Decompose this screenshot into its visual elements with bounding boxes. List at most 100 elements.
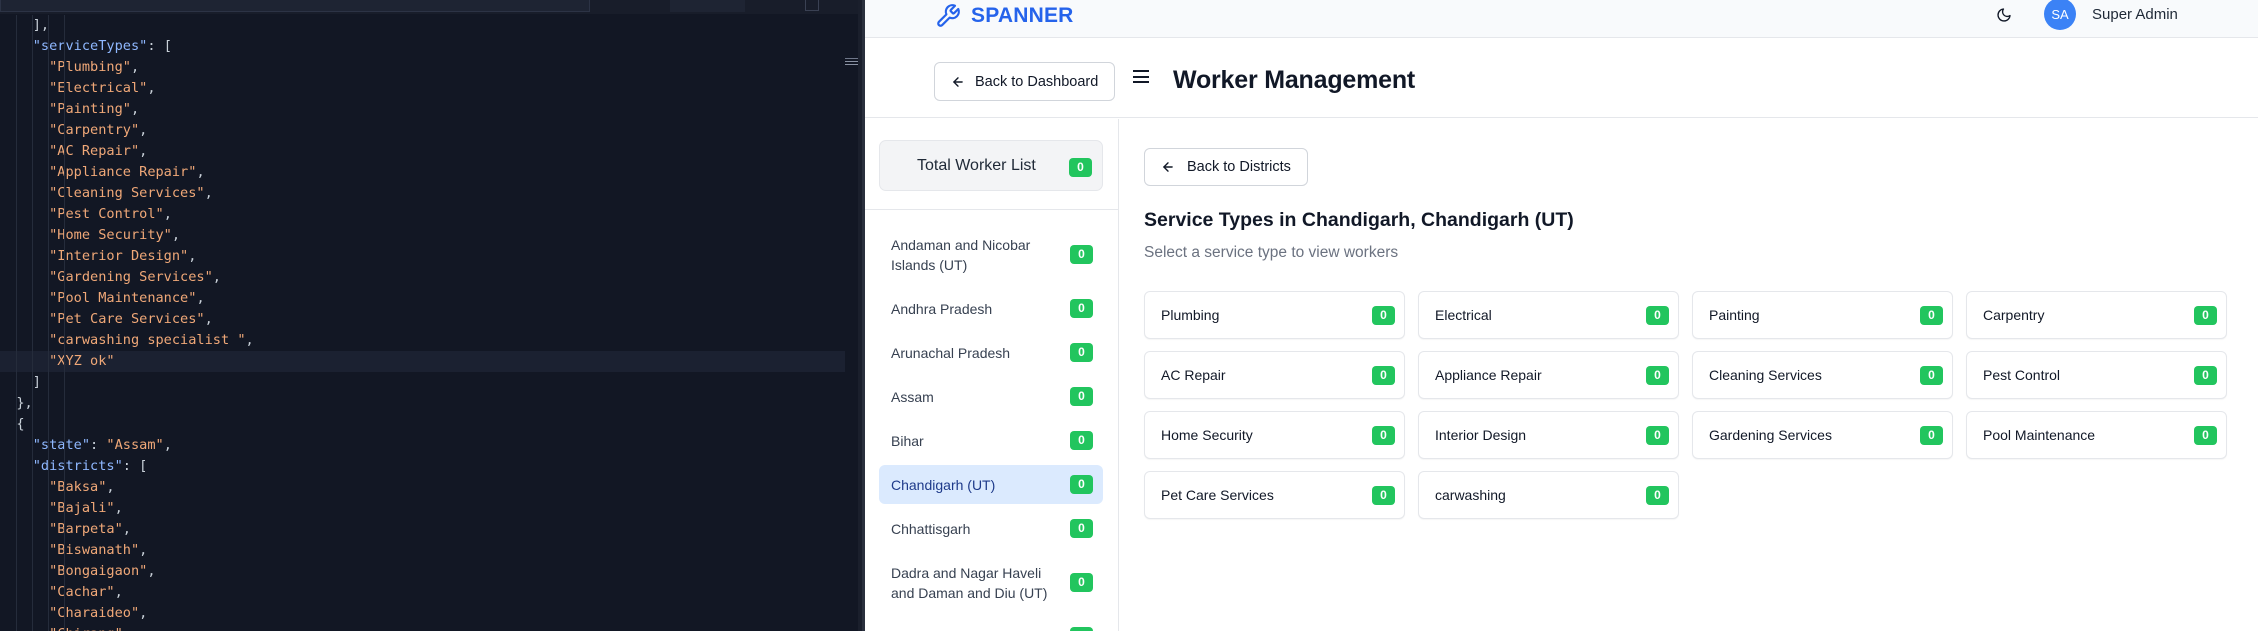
json-punctuation-token: , xyxy=(114,500,123,516)
code-line[interactable]: "Barpeta", xyxy=(0,519,845,540)
service-type-card[interactable]: Electrical 0 xyxy=(1418,291,1679,339)
indent-guide xyxy=(64,204,65,225)
editor-tab-strip xyxy=(0,0,862,14)
code-line[interactable]: "Biswanath", xyxy=(0,540,845,561)
code-line[interactable]: "Pest Control", xyxy=(0,204,845,225)
service-type-card[interactable]: AC Repair 0 xyxy=(1144,351,1405,399)
count-badge: 0 xyxy=(2194,426,2217,445)
theme-toggle-button[interactable] xyxy=(1993,4,2015,26)
code-line[interactable]: "XYZ ok" xyxy=(0,351,845,372)
indent-guide xyxy=(16,435,17,456)
code-line[interactable]: "districts": [ xyxy=(0,456,845,477)
code-lines[interactable]: ], "serviceTypes": [ "Plumbing", "Electr… xyxy=(0,15,845,631)
service-type-card[interactable]: Pool Maintenance 0 xyxy=(1966,411,2227,459)
json-punctuation-token: , xyxy=(139,122,148,138)
sidebar-item-state[interactable]: Assam 0 xyxy=(879,377,1103,416)
indent-guide xyxy=(32,246,33,267)
json-punctuation-token: , xyxy=(147,563,156,579)
indent-guide xyxy=(48,603,49,624)
service-type-card[interactable]: Plumbing 0 xyxy=(1144,291,1405,339)
code-line[interactable]: ] xyxy=(0,372,845,393)
sidebar-item-state[interactable]: Andaman and Nicobar Islands (UT) 0 xyxy=(879,225,1103,284)
back-to-dashboard-button[interactable]: Back to Dashboard xyxy=(934,62,1116,101)
json-string-token: "Plumbing" xyxy=(49,59,131,75)
sidebar-item-state[interactable]: Chhattisgarh 0 xyxy=(879,509,1103,548)
json-punctuation-token xyxy=(0,332,49,348)
sidebar-item-state[interactable]: Dadra and Nagar Haveli and Daman and Diu… xyxy=(879,553,1103,612)
code-editor-pane[interactable]: ], "serviceTypes": [ "Plumbing", "Electr… xyxy=(0,0,862,631)
indent-guide xyxy=(32,120,33,141)
code-line[interactable]: "serviceTypes": [ xyxy=(0,36,845,57)
service-type-card[interactable]: Interior Design 0 xyxy=(1418,411,1679,459)
json-punctuation-token xyxy=(0,143,49,159)
code-line[interactable]: "Carpentry", xyxy=(0,120,845,141)
code-line[interactable]: "Gardening Services", xyxy=(0,267,845,288)
back-to-districts-button[interactable]: Back to Districts xyxy=(1144,148,1308,186)
code-line[interactable]: "AC Repair", xyxy=(0,141,845,162)
code-line[interactable]: "Home Security", xyxy=(0,225,845,246)
indent-guide xyxy=(16,624,17,631)
indent-guide xyxy=(64,141,65,162)
brand-logo[interactable]: SPANNER xyxy=(935,1,1074,31)
json-punctuation-token xyxy=(0,248,49,264)
sidebar-item-state[interactable]: Chandigarh (UT) 0 xyxy=(879,465,1103,504)
user-name[interactable]: Super Admin xyxy=(2092,6,2178,23)
indent-guide xyxy=(48,519,49,540)
code-line[interactable]: "Painting", xyxy=(0,99,845,120)
code-line[interactable]: ], xyxy=(0,15,845,36)
code-line[interactable]: "Cachar", xyxy=(0,582,845,603)
json-key-token: "serviceTypes" xyxy=(32,38,148,54)
service-type-card[interactable]: Pest Control 0 xyxy=(1966,351,2227,399)
avatar[interactable]: SA xyxy=(2044,0,2076,30)
indent-guide xyxy=(48,99,49,120)
editor-tab[interactable] xyxy=(670,0,745,12)
code-line[interactable]: "Bongaigaon", xyxy=(0,561,845,582)
sidebar-item-state[interactable]: Arunachal Pradesh 0 xyxy=(879,333,1103,372)
json-punctuation-token: , xyxy=(163,206,172,222)
code-line[interactable]: "state": "Assam", xyxy=(0,435,845,456)
service-type-card[interactable]: Gardening Services 0 xyxy=(1692,411,1953,459)
json-punctuation-token xyxy=(0,563,49,579)
code-line[interactable]: "Charaideo", xyxy=(0,603,845,624)
service-type-card[interactable]: Appliance Repair 0 xyxy=(1418,351,1679,399)
indent-guide xyxy=(32,267,33,288)
code-line[interactable]: { xyxy=(0,414,845,435)
indent-guide xyxy=(64,330,65,351)
code-line[interactable]: "carwashing specialist ", xyxy=(0,330,845,351)
indent-guide xyxy=(32,288,33,309)
service-type-name: Pool Maintenance xyxy=(1983,427,2096,443)
indent-guide xyxy=(64,309,65,330)
service-type-card[interactable]: Carpentry 0 xyxy=(1966,291,2227,339)
sidebar-item-state[interactable]: Bihar 0 xyxy=(879,421,1103,460)
code-line[interactable]: "Appliance Repair", xyxy=(0,162,845,183)
sidebar-item-state[interactable]: Andhra Pradesh 0 xyxy=(879,289,1103,328)
code-line[interactable]: "Plumbing", xyxy=(0,57,845,78)
sidebar-item-state[interactable]: Delhi (NCT)0 xyxy=(879,617,1103,631)
total-worker-list-button[interactable]: Total Worker List 0 xyxy=(879,140,1103,191)
code-line[interactable]: "Bajali", xyxy=(0,498,845,519)
editor-action-icon[interactable] xyxy=(805,0,819,11)
json-key-token: "state" xyxy=(32,437,91,453)
code-line[interactable]: "Electrical", xyxy=(0,78,845,99)
json-punctuation-token xyxy=(0,269,49,285)
total-worker-list-label: Total Worker List xyxy=(917,157,1036,174)
hamburger-menu-icon[interactable] xyxy=(1133,70,1149,86)
code-line[interactable]: "Pool Maintenance", xyxy=(0,288,845,309)
code-line[interactable]: "Pet Care Services", xyxy=(0,309,845,330)
count-badge: 0 xyxy=(1070,626,1093,631)
code-line[interactable]: }, xyxy=(0,393,845,414)
indent-guide xyxy=(16,540,17,561)
json-punctuation-token: , xyxy=(196,164,205,180)
code-line[interactable]: "Cleaning Services", xyxy=(0,183,845,204)
code-line[interactable]: "Baksa", xyxy=(0,477,845,498)
json-punctuation-token: , xyxy=(130,101,140,117)
service-type-card[interactable]: Home Security 0 xyxy=(1144,411,1405,459)
service-type-card[interactable]: carwashing 0 xyxy=(1418,471,1679,519)
code-line[interactable]: "Interior Design", xyxy=(0,246,845,267)
json-punctuation-token: , xyxy=(114,584,123,600)
editor-tab[interactable] xyxy=(0,0,590,12)
service-type-card[interactable]: Painting 0 xyxy=(1692,291,1953,339)
service-type-card[interactable]: Pet Care Services 0 xyxy=(1144,471,1405,519)
code-line[interactable]: "Chirang", xyxy=(0,624,845,631)
service-type-card[interactable]: Cleaning Services 0 xyxy=(1692,351,1953,399)
